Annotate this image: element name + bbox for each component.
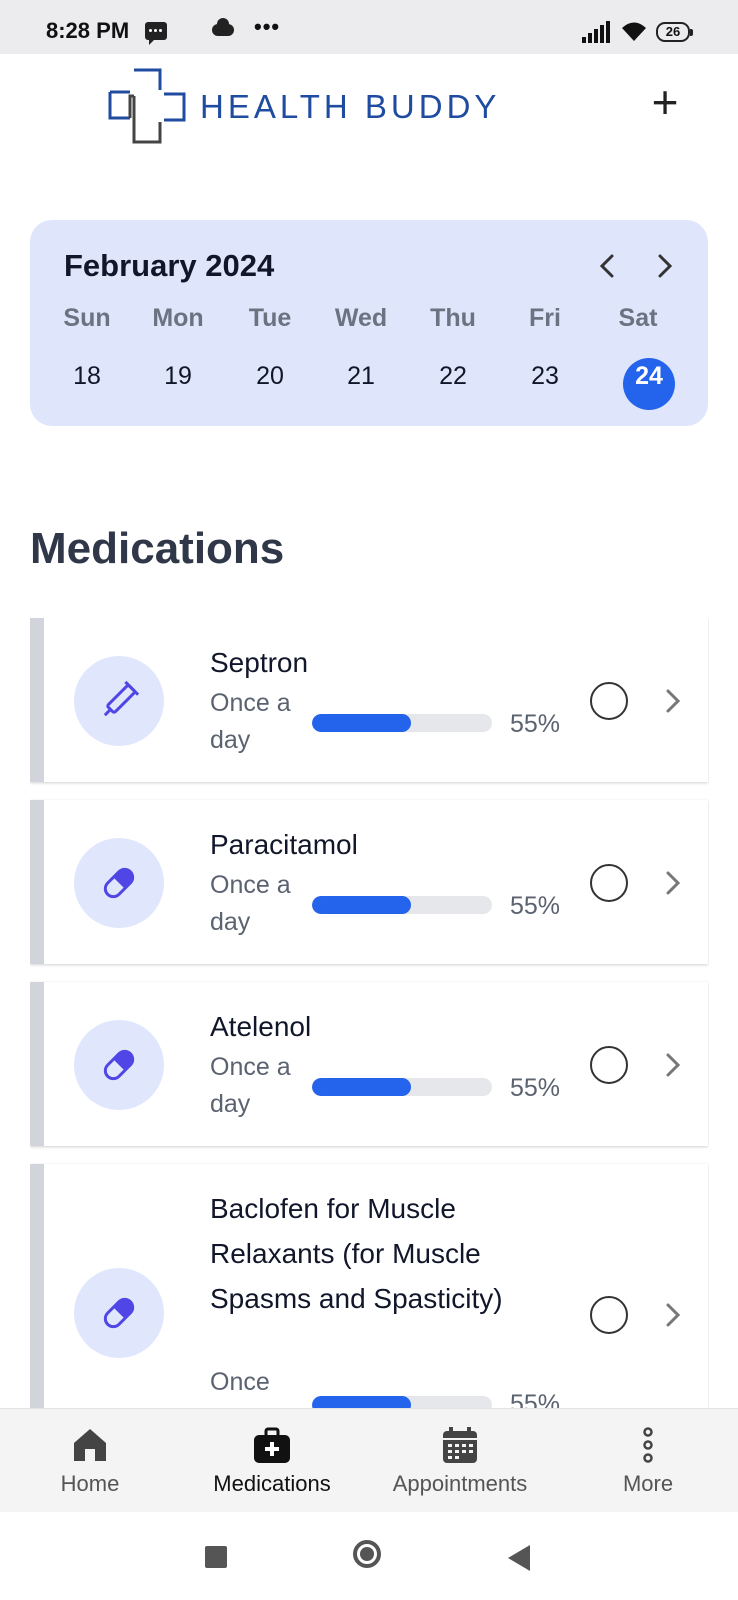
nav-appointments[interactable]: Appointments: [370, 1409, 550, 1513]
app-name: HEALTH BUDDY: [200, 88, 501, 125]
day-19[interactable]: 19: [138, 362, 218, 391]
chevron-left-icon[interactable]: [590, 248, 626, 284]
recents-button[interactable]: [205, 1546, 227, 1568]
week-calendar: February 2024 Sun Mon Tue Wed Thu Fri Sa…: [30, 220, 708, 426]
day-name-sat: Sat: [618, 304, 658, 332]
day-name-thu: Thu: [430, 304, 476, 332]
medication-card[interactable]: Septron Once a day 55%: [30, 618, 708, 782]
calendar-icon: [443, 1427, 477, 1463]
medication-progress-label: 55%: [510, 710, 561, 738]
message-notification-icon: [145, 22, 167, 45]
medication-frequency: Once a day: [210, 1053, 291, 1118]
home-button[interactable]: [353, 1540, 381, 1568]
nav-label: More: [622, 1471, 674, 1496]
bottom-navigation: Home Medications Appointments More: [0, 1408, 738, 1513]
nav-more[interactable]: More: [558, 1409, 738, 1513]
medication-frequency: Once a day: [210, 689, 291, 754]
more-notifications-indicator: •••: [254, 14, 281, 39]
medication-progress-bar: [312, 896, 492, 914]
pill-icon: [103, 867, 135, 899]
chevron-right-icon[interactable]: [658, 684, 688, 718]
medication-icon-badge: [74, 1268, 164, 1358]
day-23[interactable]: 23: [505, 362, 585, 391]
medication-progress-bar: [312, 1078, 492, 1096]
nav-label: Home: [60, 1471, 120, 1496]
medication-icon-badge: [74, 838, 164, 928]
cloud-icon: [212, 18, 234, 36]
medication-frequency: Once a day: [210, 871, 291, 936]
progress-fill: [312, 714, 411, 732]
medication-icon-badge: [74, 1020, 164, 1110]
progress-fill: [312, 1396, 411, 1408]
medication-progress-label: 55%: [510, 1390, 561, 1408]
status-time: 8:28 PM: [46, 18, 130, 43]
medication-name: Atelenol: [210, 1011, 312, 1042]
back-button[interactable]: [508, 1545, 530, 1571]
day-name-sun: Sun: [63, 304, 111, 332]
pill-icon: [103, 1049, 135, 1081]
taken-checkbox[interactable]: [590, 864, 628, 902]
section-title: Medications: [30, 524, 285, 573]
add-button[interactable]: +: [640, 79, 690, 130]
system-navigation-bar: [0, 1512, 738, 1600]
progress-fill: [312, 1078, 411, 1096]
wifi-icon: [622, 22, 646, 41]
taken-checkbox[interactable]: [590, 1046, 628, 1084]
day-20[interactable]: 20: [230, 362, 310, 391]
medication-name: Paracitamol: [210, 829, 358, 860]
calendar-month-title: February 2024: [64, 248, 275, 283]
day-18[interactable]: 18: [47, 362, 127, 391]
nav-label: Appointments: [392, 1471, 528, 1496]
day-name-tue: Tue: [248, 304, 292, 332]
day-21[interactable]: 21: [321, 362, 401, 391]
nav-label: Medications: [213, 1471, 331, 1496]
chevron-right-icon[interactable]: [658, 866, 688, 900]
status-bar: 8:28 PM ••• 26: [0, 0, 738, 54]
signal-icon: [582, 21, 612, 43]
chevron-right-icon[interactable]: [658, 1298, 688, 1332]
medication-name: Septron: [210, 647, 309, 678]
day-24-selected[interactable]: 24: [609, 362, 689, 391]
medication-progress-label: 55%: [510, 1074, 561, 1102]
health-buddy-logo-icon: [108, 68, 186, 144]
day-name-mon: Mon: [152, 304, 204, 332]
day-22[interactable]: 22: [413, 362, 493, 391]
medication-card[interactable]: Atelenol Once a day 55%: [30, 982, 708, 1146]
chevron-right-icon[interactable]: [658, 1048, 688, 1082]
medication-progress-bar: [312, 1396, 492, 1408]
medkit-icon: [254, 1427, 290, 1463]
day-name-fri: Fri: [529, 304, 561, 332]
medication-card[interactable]: Baclofen for Muscle Relaxants (for Muscl…: [30, 1164, 708, 1408]
progress-fill: [312, 896, 411, 914]
pill-icon: [103, 1297, 135, 1329]
medication-progress-bar: [312, 714, 492, 732]
medication-frequency: Once: [210, 1368, 270, 1396]
medication-card[interactable]: Paracitamol Once a day 55%: [30, 800, 708, 964]
battery-icon: 26: [656, 22, 693, 42]
taken-checkbox[interactable]: [590, 682, 628, 720]
medication-progress-label: 55%: [510, 892, 561, 920]
more-vertical-icon: [643, 1427, 653, 1463]
medication-icon-badge: [74, 656, 164, 746]
nav-medications[interactable]: Medications: [182, 1409, 362, 1513]
chevron-right-icon[interactable]: [646, 248, 682, 284]
day-name-wed: Wed: [334, 304, 388, 332]
taken-checkbox[interactable]: [590, 1296, 628, 1334]
home-icon: [74, 1429, 106, 1461]
medication-list: Septron Once a day 55% Paracitamol Once …: [30, 618, 709, 1408]
nav-home[interactable]: Home: [0, 1409, 180, 1513]
medication-name: Baclofen for Muscle Relaxants (for Muscl…: [210, 1193, 503, 1314]
syringe-icon: [103, 680, 140, 717]
